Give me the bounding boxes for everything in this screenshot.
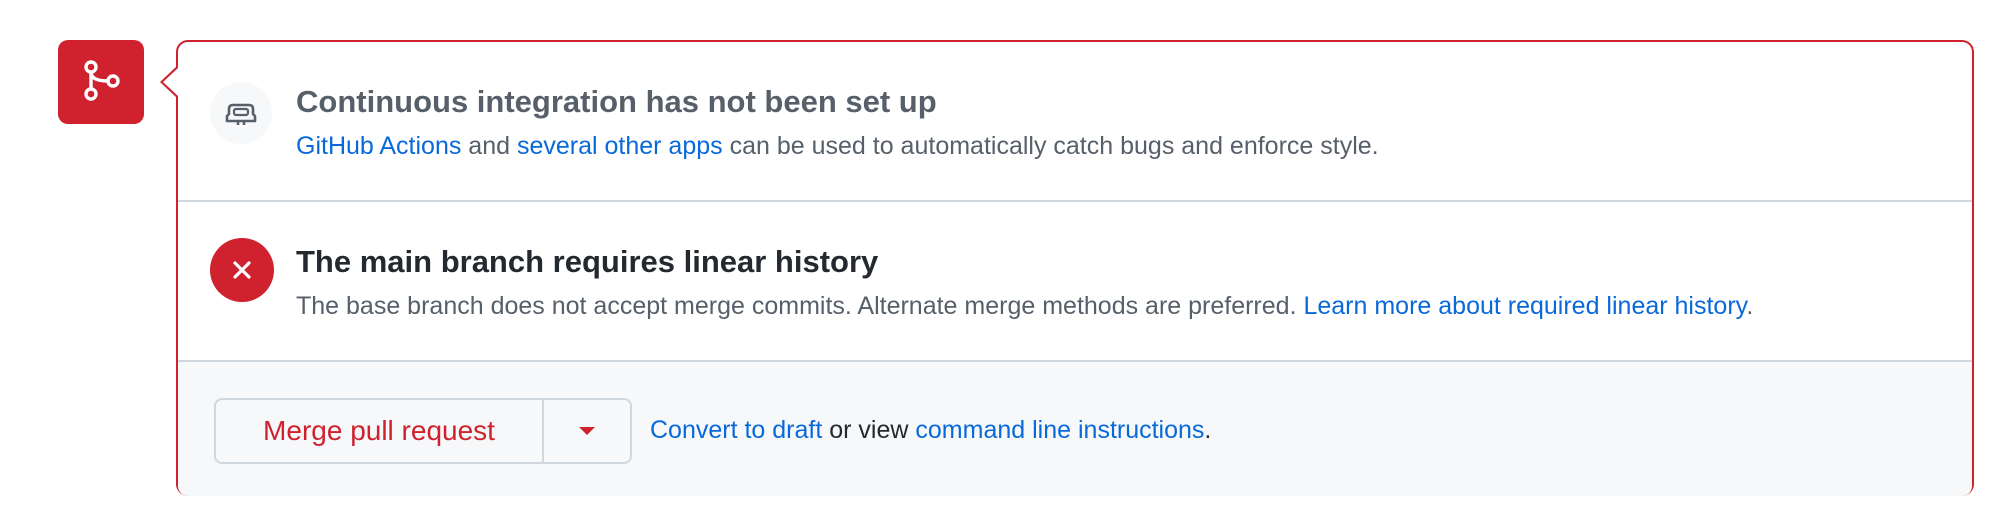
command-line-instructions-link[interactable]: command line instructions [915,416,1204,444]
x-icon [210,238,274,302]
ci-text-and: and [461,132,517,160]
branch-protection-section [178,202,1972,362]
ci-title: Continuous integration has not been set … [296,84,937,119]
merge-box: Continuous integration has not been set … [176,40,1974,496]
branch-text: The base branch does not accept merge co… [296,292,1304,320]
merge-text-or: or view [822,416,916,444]
robot-icon [210,82,272,144]
merge-options-dropdown[interactable] [544,400,630,462]
github-actions-link[interactable]: GitHub Actions [296,132,461,160]
convert-to-draft-link[interactable]: Convert to draft [650,416,822,444]
linear-history-link[interactable]: Learn more about required linear history [1303,292,1746,320]
ci-section [178,42,1972,202]
merge-help-text: Convert to draft or view command line in… [650,416,1211,445]
branch-description: The base branch does not accept merge co… [296,292,1753,321]
merge-status-badge [58,40,144,124]
merge-text-end: . [1204,416,1212,444]
branch-text-end: . [1746,292,1754,320]
ci-description: GitHub Actions and several other apps ca… [296,132,1379,161]
other-apps-link[interactable]: several other apps [517,132,723,160]
merge-button-group: Merge pull request [214,398,632,464]
merge-pull-request-button[interactable]: Merge pull request [216,400,544,462]
box-caret-fill [163,68,178,96]
triangle-down-icon [579,427,595,435]
git-merge-icon [78,57,124,108]
branch-title: The main branch requires linear history [296,244,879,279]
ci-text-rest: can be used to automatically catch bugs … [722,132,1379,160]
